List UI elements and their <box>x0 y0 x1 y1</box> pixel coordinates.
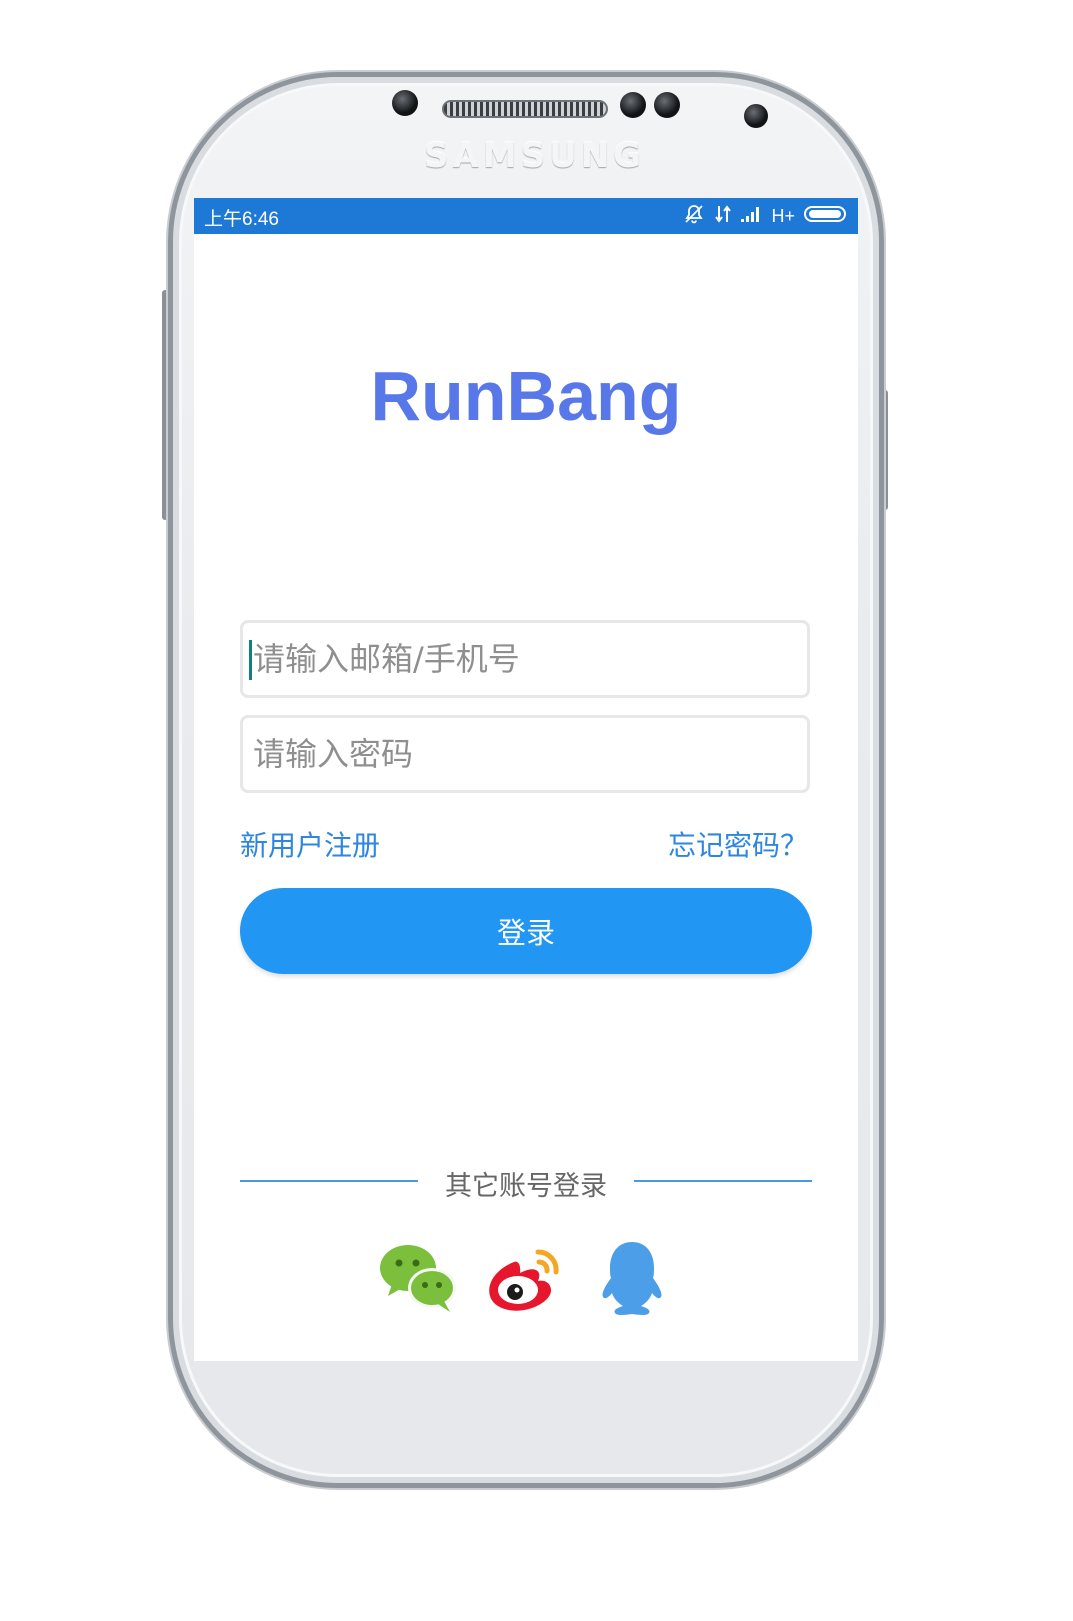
status-icons: H+ <box>682 203 848 229</box>
weibo-icon[interactable] <box>484 1238 564 1318</box>
wechat-icon[interactable] <box>378 1238 458 1318</box>
register-link[interactable]: 新用户注册 <box>240 824 380 864</box>
light-sensor <box>620 92 646 118</box>
app-title: RunBang <box>370 357 682 435</box>
device-brand-logo: SAMSUNG <box>424 136 646 176</box>
light-sensor-2 <box>654 92 680 118</box>
email-phone-input[interactable] <box>240 620 810 698</box>
screen: 上午6:46 H+ RunBang 请输入邮箱/手机号 新用户注册 忘记密码？ … <box>194 198 858 1361</box>
password-input[interactable] <box>240 715 810 793</box>
divider-right <box>634 1180 812 1182</box>
earpiece-speaker <box>442 100 608 118</box>
proximity-sensor <box>392 90 418 116</box>
forgot-password-link[interactable]: 忘记密码？ <box>668 824 808 864</box>
qq-icon[interactable] <box>592 1238 672 1318</box>
status-bar: 上午6:46 H+ <box>194 198 858 234</box>
front-camera <box>744 104 768 128</box>
text-cursor <box>249 640 252 680</box>
divider-left <box>240 1180 418 1182</box>
status-time: 上午6:46 <box>204 209 279 230</box>
data-transfer-icon <box>715 203 732 229</box>
third-party-login-label: 其它账号登录 <box>445 1171 607 1202</box>
alarm-muted-icon <box>682 202 706 230</box>
network-type: H+ <box>771 205 795 226</box>
login-button[interactable]: 登录 <box>240 888 812 974</box>
battery-icon <box>804 205 848 227</box>
signal-icon <box>740 205 762 227</box>
